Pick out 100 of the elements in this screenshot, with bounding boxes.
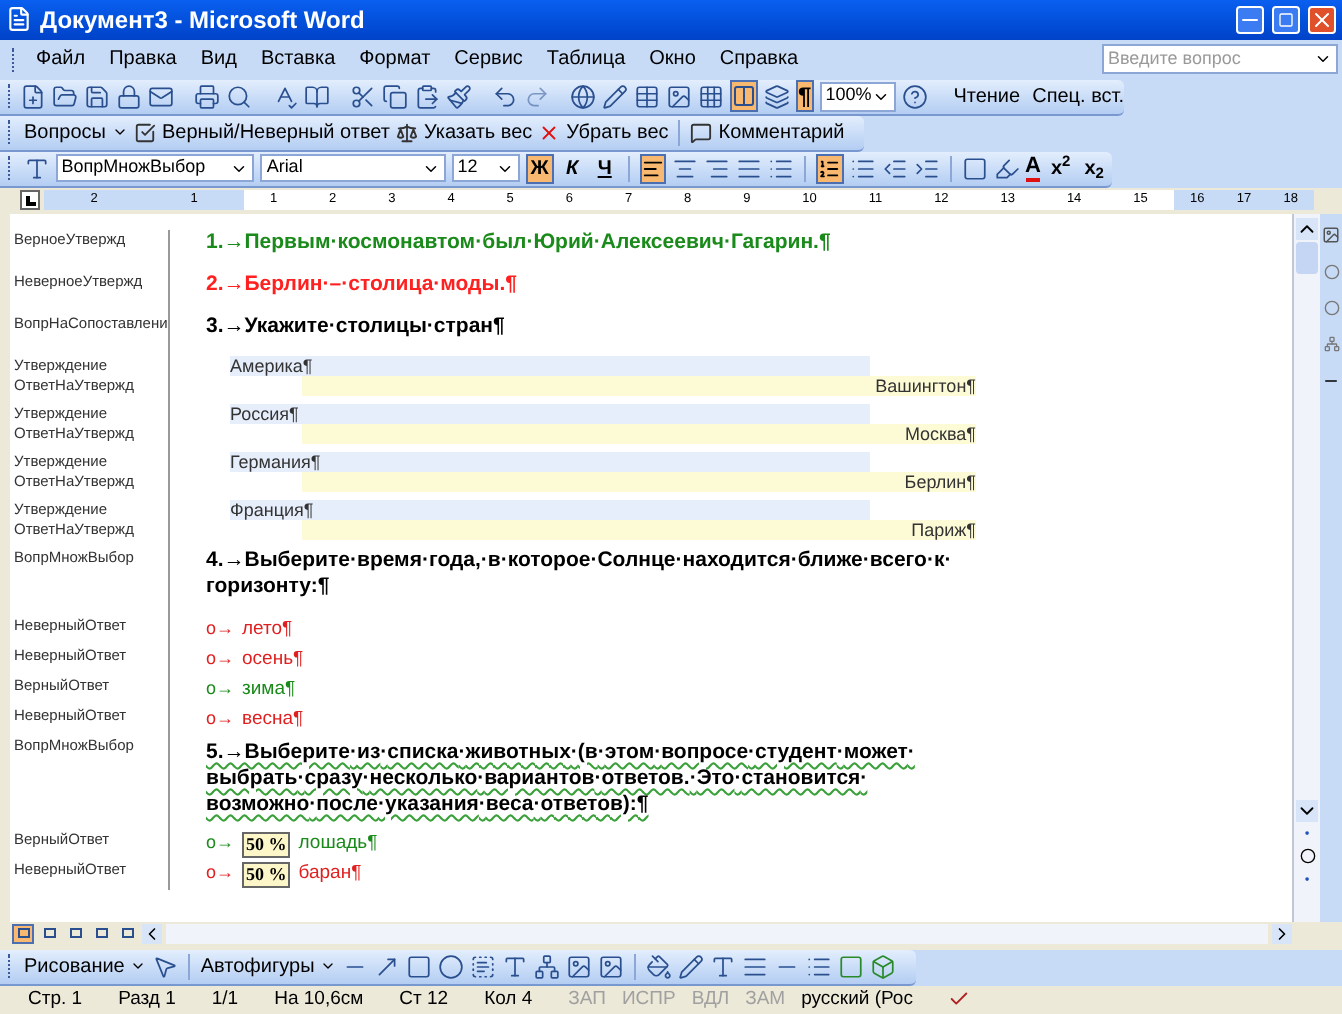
help-icon[interactable] (901, 83, 928, 110)
globe-icon[interactable] (570, 83, 596, 110)
cross-icon[interactable] (538, 121, 561, 144)
rectangle-icon[interactable] (406, 953, 433, 980)
ellipse-icon[interactable] (438, 953, 465, 980)
outdent-icon[interactable] (881, 155, 908, 182)
scroll-right-icon[interactable] (1272, 923, 1292, 944)
undo-icon[interactable] (492, 83, 518, 110)
statement-text: Германия¶ (230, 451, 321, 472)
menu-item[interactable]: Справка (709, 44, 809, 75)
font-color-button[interactable]: A (1025, 155, 1041, 182)
view-mode-button[interactable] (90, 923, 112, 944)
toolbar-button[interactable]: Верный/Неверный ответ (161, 117, 390, 148)
copy-icon[interactable] (382, 83, 408, 110)
border-icon[interactable] (961, 155, 988, 182)
view-mode-button[interactable] (38, 923, 60, 944)
align-center-icon[interactable] (672, 155, 699, 182)
menu-item[interactable]: Формат (349, 44, 441, 75)
toolbar-button[interactable]: Убрать вес (566, 117, 669, 148)
book-icon[interactable] (304, 83, 330, 110)
questions-menu[interactable]: Вопросы (24, 117, 106, 148)
pilcrow-button[interactable]: ¶ (796, 80, 814, 113)
align-left-button[interactable] (639, 153, 667, 184)
zoom-field[interactable]: 100% (819, 81, 896, 112)
toolbar-button[interactable]: Указать вес (423, 117, 533, 148)
brush-icon[interactable] (446, 83, 472, 110)
fill-color-icon[interactable] (646, 953, 673, 980)
pointer-icon[interactable] (152, 953, 179, 980)
picture-icon[interactable] (598, 953, 625, 980)
view-mode-button[interactable] (116, 923, 138, 944)
text-box-icon[interactable] (470, 953, 497, 980)
circle-icon[interactable] (1323, 299, 1339, 316)
font-field[interactable]: Arial (260, 154, 446, 183)
style-field[interactable]: ВопрМножВыбор (55, 154, 255, 183)
menu-item[interactable]: Вид (190, 44, 247, 75)
align-right-icon[interactable] (704, 155, 731, 182)
3d-icon[interactable] (870, 953, 897, 980)
tab-selector[interactable] (20, 190, 40, 211)
styles-icon[interactable] (23, 155, 50, 182)
status-item: русский (Рос (801, 985, 913, 1014)
print-preview-icon[interactable] (226, 83, 252, 110)
save-icon[interactable] (84, 83, 110, 110)
scroll-thumb[interactable] (1296, 241, 1318, 274)
picture-icon[interactable] (1322, 225, 1340, 244)
menu-item[interactable]: Правка (99, 44, 187, 75)
scroll-down-icon[interactable] (1296, 799, 1318, 822)
line-style-icon[interactable] (742, 953, 769, 980)
view-mode-button[interactable] (64, 923, 86, 944)
vertical-scrollbar[interactable] (1292, 213, 1320, 922)
reading-button[interactable]: Чтение (953, 81, 1021, 112)
checkbox-icon[interactable] (133, 121, 156, 144)
status-item: Разд 1 (118, 985, 176, 1014)
cut-icon[interactable] (350, 83, 376, 110)
format-button[interactable]: К (559, 153, 586, 184)
print-icon[interactable] (194, 83, 220, 110)
arrow-icon[interactable] (374, 953, 401, 980)
menu-item[interactable]: Таблица (536, 44, 636, 75)
grid-icon[interactable] (698, 83, 724, 110)
scroll-left-icon[interactable] (142, 923, 162, 944)
image-icon[interactable] (666, 83, 692, 110)
toolbar-button[interactable]: Комментарий (718, 117, 845, 148)
line-color-icon[interactable] (678, 953, 705, 980)
horizontal-scrollbar[interactable] (166, 923, 1268, 944)
close-icon[interactable] (1308, 5, 1336, 34)
menu-item[interactable]: Вставка (250, 44, 346, 75)
font-size-field[interactable]: 12 (451, 154, 521, 183)
subscript-button[interactable]: x$_{2}$ (1080, 153, 1108, 184)
pencil-icon[interactable] (602, 83, 628, 110)
special-insert-button[interactable]: Спец. вст. (1032, 81, 1125, 112)
table-icon[interactable] (634, 83, 660, 110)
circle-icon[interactable] (1323, 263, 1339, 280)
superscript-button[interactable]: x$^{2}$ (1046, 153, 1075, 184)
lock-icon[interactable] (116, 83, 142, 110)
mail-icon[interactable] (148, 83, 174, 110)
folder-icon[interactable] (52, 83, 78, 110)
scroll-up-icon[interactable] (1296, 217, 1318, 240)
drawing-menu[interactable]: Рисование (24, 951, 125, 982)
docmap-button[interactable] (730, 80, 758, 113)
browse-object-icon[interactable] (1299, 847, 1315, 864)
minimize-icon[interactable] (1236, 5, 1264, 34)
justify-icon[interactable] (736, 155, 763, 182)
maximize-icon[interactable] (1272, 5, 1300, 34)
format-button[interactable]: Ж (526, 153, 553, 184)
answer-option: весна¶ (242, 705, 304, 735)
spellcheck-icon[interactable] (272, 83, 298, 110)
view-mode-button[interactable] (12, 923, 34, 944)
paste-icon[interactable] (414, 83, 440, 110)
scales-icon[interactable] (395, 121, 418, 144)
numbering-button[interactable] (816, 153, 844, 184)
speech-bubble-icon[interactable] (690, 121, 713, 144)
format-button[interactable]: Ч (591, 153, 618, 184)
new-document-icon[interactable] (20, 83, 46, 110)
indent-icon[interactable] (913, 155, 940, 182)
diagram-icon[interactable] (1323, 335, 1339, 352)
highlighter-icon[interactable] (993, 155, 1020, 182)
diagram-icon[interactable] (534, 953, 561, 980)
menu-item[interactable]: Сервис (444, 44, 533, 75)
autoshapes-menu[interactable]: Автофигуры (200, 951, 315, 982)
menu-item[interactable]: Окно (639, 44, 706, 75)
menu-item[interactable]: Файл (26, 44, 96, 75)
